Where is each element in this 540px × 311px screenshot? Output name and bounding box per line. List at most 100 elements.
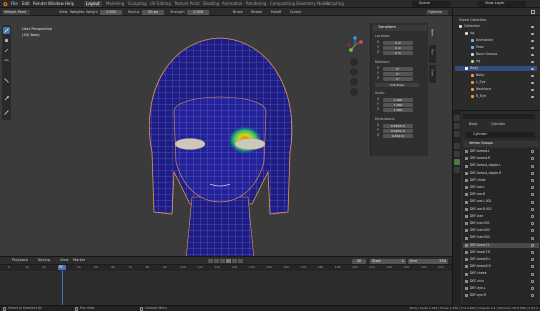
vertex-group-item[interactable]: DEF-brow.B.R	[463, 264, 539, 269]
workspace-tab-texture-paint[interactable]: Texture Paint	[174, 2, 200, 6]
strength-field[interactable]: 1.000	[187, 9, 209, 15]
next-keyframe-icon[interactable]	[232, 259, 237, 263]
workspace-tab-sculpting[interactable]: Sculpting	[128, 2, 147, 6]
location-y-field[interactable]: 0 m	[383, 45, 413, 50]
transform-panel-header[interactable]: Transform	[373, 25, 427, 31]
camera-view-icon[interactable]	[350, 78, 358, 86]
sidebar-tab-view[interactable]: View	[429, 65, 436, 83]
menu-weights[interactable]: Weights	[70, 10, 84, 15]
draw-brush-icon[interactable]	[3, 27, 10, 34]
vertex-group-item[interactable]: DEF-brow.T.R	[463, 250, 539, 255]
vertex-group-item[interactable]: DEF-ear.R	[463, 192, 539, 197]
output-properties-icon[interactable]	[454, 131, 460, 137]
vertex-group-item[interactable]: DEF-hair.001	[463, 221, 539, 226]
vertex-group-item[interactable]: DEF-breast.L	[463, 149, 539, 154]
visibility-eye-icon[interactable]	[531, 81, 534, 84]
menu-keying[interactable]: Keying	[38, 258, 50, 263]
modifier-properties-icon[interactable]	[454, 151, 460, 157]
annotate-icon[interactable]	[3, 109, 10, 116]
mode-dropdown[interactable]: Weight Paint	[2, 9, 30, 15]
workspace-tab-animation[interactable]: Animation	[222, 2, 242, 6]
visibility-eye-icon[interactable]	[531, 32, 534, 35]
zoom-icon[interactable]	[350, 58, 358, 66]
vertex-group-item[interactable]: DEF-brow.T.L	[463, 242, 539, 248]
rotation-x-field[interactable]: 0°	[383, 66, 413, 71]
options-dropdown[interactable]: Options	[426, 9, 448, 15]
vertex-group-item[interactable]: DEF-breast_nipple.R	[463, 171, 539, 176]
data-properties-icon[interactable]	[454, 159, 460, 165]
rotation-y-field[interactable]: 0°	[383, 71, 413, 76]
lock-icon[interactable]	[531, 243, 534, 247]
view-layer-selector[interactable]: View Layer	[478, 1, 526, 7]
workspace-tab-layout[interactable]: Layout	[84, 1, 102, 7]
blender-logo-icon[interactable]	[2, 1, 8, 7]
lock-icon[interactable]	[531, 258, 534, 262]
workspace-tab-rendering[interactable]: Rendering	[246, 2, 266, 6]
lock-icon[interactable]	[531, 164, 534, 168]
lock-icon[interactable]	[531, 229, 534, 233]
menu-stroke[interactable]: Stroke	[251, 10, 262, 14]
dimensions-y-field[interactable]: 0.0635 m	[383, 128, 413, 133]
outliner-item[interactable]: Collection	[455, 24, 537, 29]
rotation-z-field[interactable]: 0°	[383, 76, 413, 81]
vertex-group-item[interactable]: DEF-eye.L	[463, 286, 539, 291]
menu-edit[interactable]: Edit	[22, 2, 30, 6]
vertex-group-item[interactable]: DEF-eye.R	[463, 293, 539, 298]
vertex-group-item[interactable]: DEF-ear.R.001	[463, 207, 539, 212]
visibility-eye-icon[interactable]	[531, 67, 534, 70]
lock-icon[interactable]	[531, 265, 534, 269]
visibility-eye-icon[interactable]	[531, 95, 534, 98]
outliner-item[interactable]: Body	[455, 66, 537, 71]
dimensions-x-field[interactable]: 0.2593 m	[383, 123, 413, 128]
vertex-group-item[interactable]: DEF-ear.L	[463, 185, 539, 190]
scale-z-field[interactable]: 1.000	[383, 107, 413, 112]
workspace-tab-compositing[interactable]: Compositing	[270, 2, 295, 6]
visibility-eye-icon[interactable]	[531, 25, 534, 28]
outliner-item[interactable]: Body	[455, 73, 537, 78]
scale-y-field[interactable]: 1.000	[383, 102, 413, 107]
lock-icon[interactable]	[531, 178, 534, 182]
character-mesh[interactable]	[130, 32, 310, 260]
play-icon[interactable]	[226, 259, 231, 263]
outliner-item[interactable]: R_Eye	[455, 94, 537, 99]
outliner-item[interactable]: Necklace	[455, 87, 537, 92]
workspace-tab-scripting[interactable]: Scripting	[326, 2, 344, 6]
scene-collection-row[interactable]: Scene Collection	[455, 18, 535, 23]
ortho-toggle-icon[interactable]	[350, 88, 358, 96]
smear-icon[interactable]	[3, 57, 10, 64]
tool-properties-icon[interactable]	[454, 115, 460, 121]
scene-selector[interactable]: Scene	[412, 1, 450, 7]
render-properties-icon[interactable]	[454, 123, 460, 129]
menu-cursor[interactable]: Cursor	[290, 10, 301, 14]
vertex-group-list[interactable]: DEF-breast.L DEF-breast.R DEF-breast_nippl…	[463, 149, 539, 304]
sidebar-tab-tool[interactable]: Tool	[429, 45, 436, 63]
vertex-group-item[interactable]: DEF-chest	[463, 178, 539, 183]
prev-keyframe-icon[interactable]	[214, 259, 219, 263]
play-reverse-icon[interactable]	[220, 259, 225, 263]
menu-view[interactable]: View	[59, 10, 68, 15]
scale-x-field[interactable]: 1.000	[383, 97, 413, 102]
menu-brush[interactable]: Brush	[233, 10, 243, 14]
visibility-eye-icon[interactable]	[531, 53, 534, 56]
menu-marker[interactable]: Marker	[73, 258, 85, 263]
outliner-filter-icon[interactable]	[531, 10, 535, 14]
blur-icon[interactable]	[3, 37, 10, 44]
weight-field[interactable]: 1.000	[100, 9, 122, 15]
sidebar-tab-item[interactable]: Item	[429, 25, 436, 43]
menu-timeline-view[interactable]: View	[60, 258, 69, 263]
menu-render[interactable]: Render	[33, 2, 47, 6]
gradient-icon[interactable]	[3, 77, 10, 84]
sample-weight-icon[interactable]	[3, 95, 10, 102]
jump-end-icon[interactable]	[238, 259, 243, 263]
visibility-eye-icon[interactable]	[531, 46, 534, 49]
vertex-group-item[interactable]: DEF-ear.L.001	[463, 199, 539, 204]
workspace-tab-modeling[interactable]: Modeling	[106, 2, 124, 6]
location-z-field[interactable]: 0 m	[383, 50, 413, 55]
workspace-tab-shading[interactable]: Shading	[203, 2, 219, 6]
current-frame-field[interactable]: 30	[352, 258, 366, 264]
lock-icon[interactable]	[531, 286, 534, 290]
lock-icon[interactable]	[531, 157, 534, 161]
playhead-frame-badge[interactable]: 30	[57, 265, 66, 270]
vertex-group-item[interactable]: DEF-cheek	[463, 271, 539, 276]
lock-icon[interactable]	[531, 272, 534, 276]
